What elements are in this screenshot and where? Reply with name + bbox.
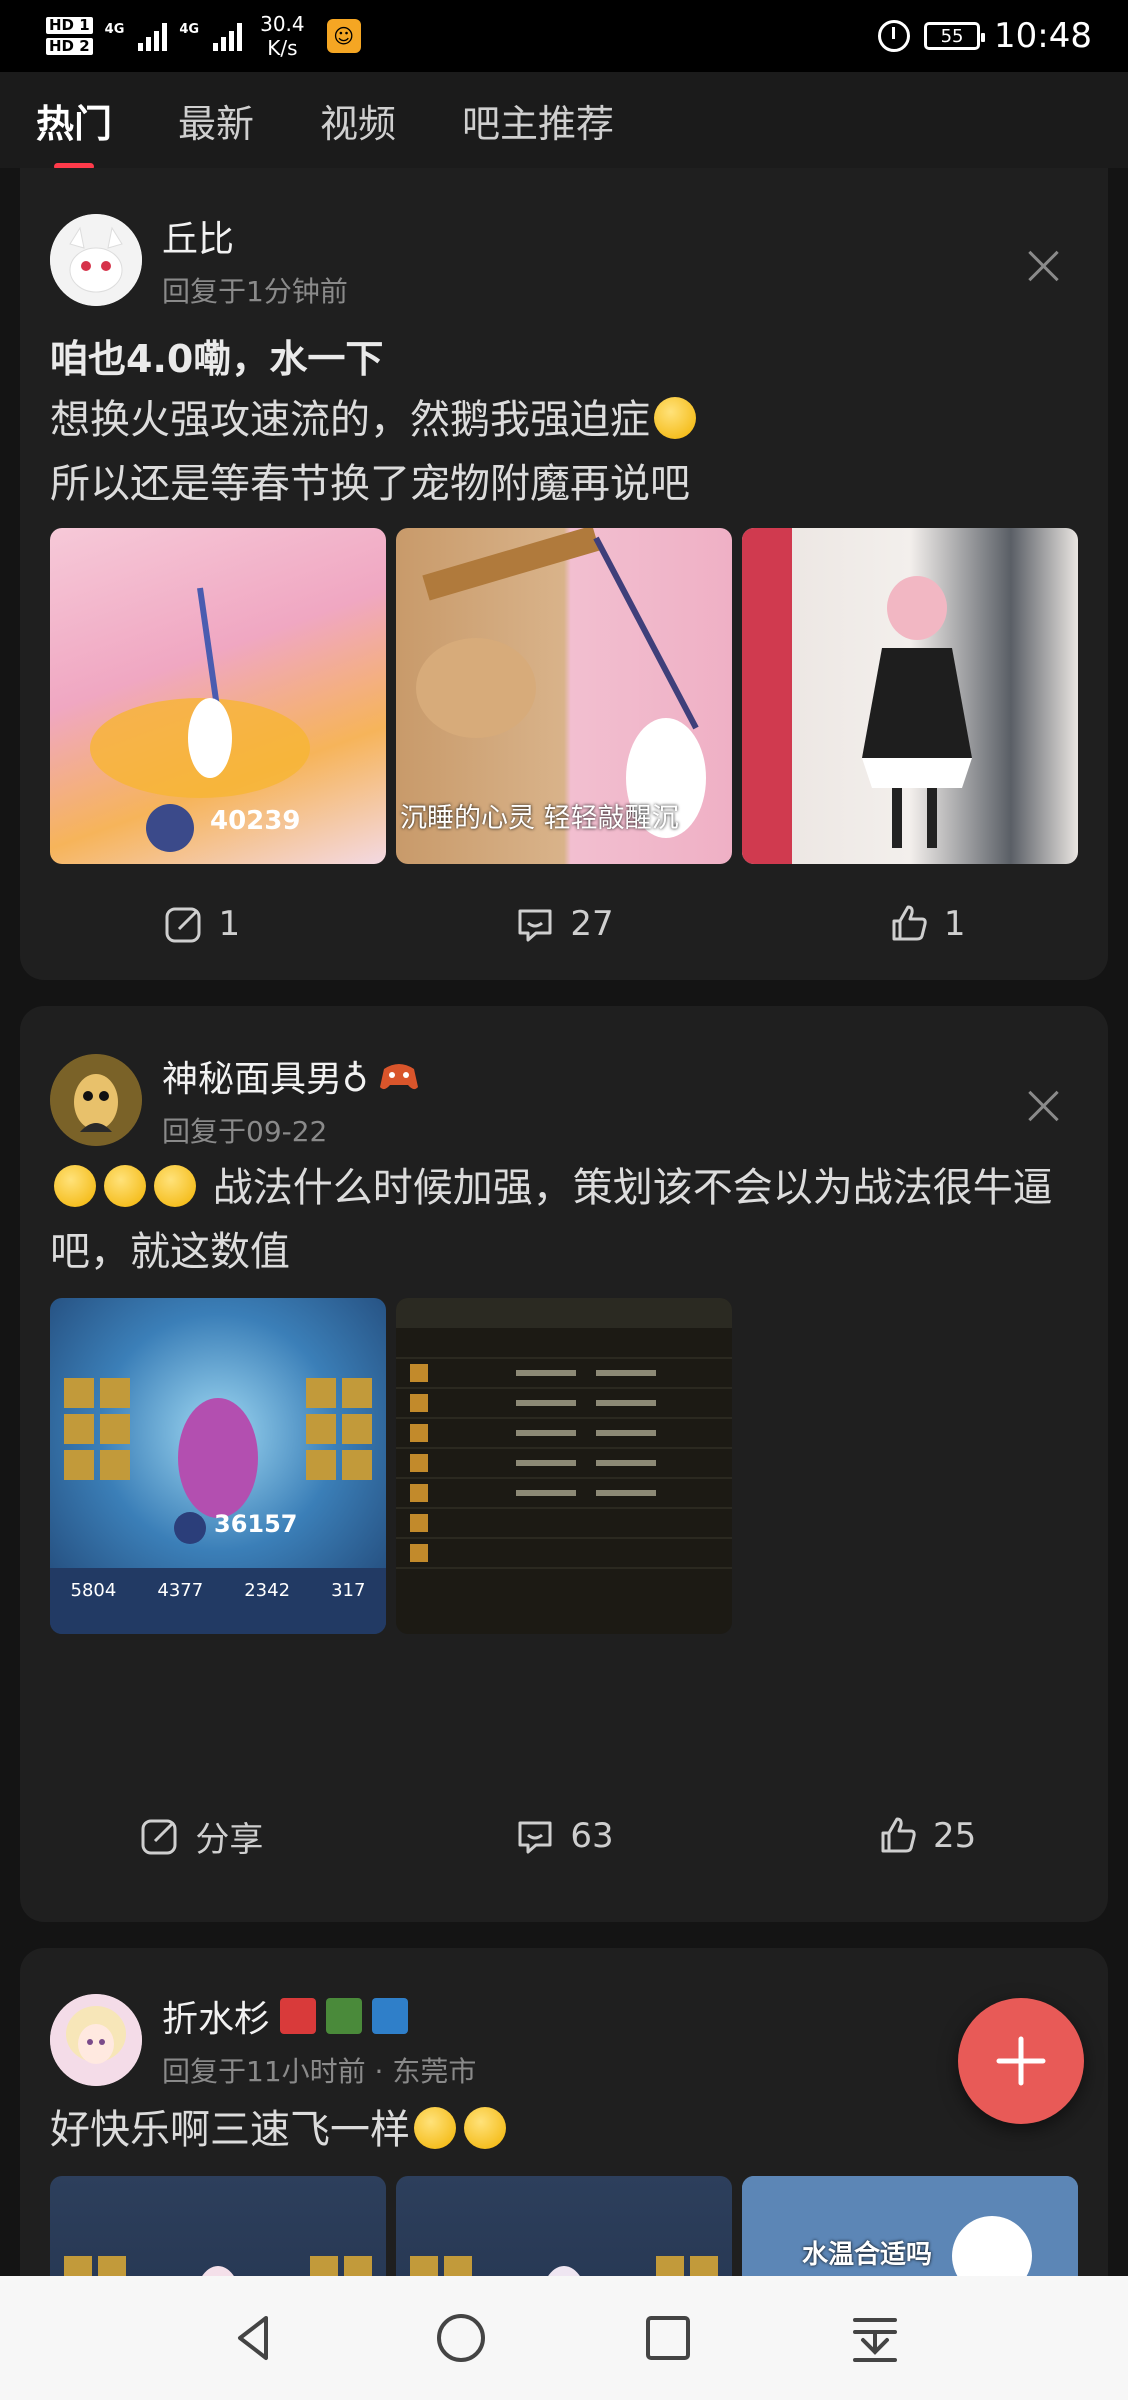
close-icon[interactable] (1024, 1086, 1064, 1126)
post-card[interactable]: 折水杉 回复于11小时前 · 东莞市 好快乐啊三速飞一样 32849 36541 (20, 1948, 1108, 2276)
status-bar: HD 1 HD 2 4G 4G 30.4 K/s ☺ 55 10:48 (0, 0, 1128, 72)
post-image[interactable]: 36541 (396, 2176, 732, 2276)
comment-button[interactable]: 27 (383, 884, 746, 964)
network-type-1: 4G (104, 22, 125, 37)
back-triangle-icon[interactable] (226, 2310, 282, 2366)
recents-square-icon[interactable] (640, 2310, 696, 2366)
avatar[interactable] (50, 1994, 142, 2086)
tab-hot[interactable]: 热门 (36, 93, 112, 148)
like-button[interactable]: 25 (745, 1796, 1108, 1876)
edit-share-icon (165, 907, 201, 943)
post-image[interactable]: 36157 5804 4377 2342 317 (50, 1298, 386, 1634)
image-row: 36157 5804 4377 2342 317 (50, 1298, 732, 1634)
image-caption: 40239 (210, 806, 301, 836)
share-button[interactable]: 分享 (20, 1796, 383, 1876)
post-image[interactable] (742, 528, 1078, 864)
tab-video[interactable]: 视频 (320, 93, 396, 148)
post-text: 好快乐啊三速飞一样 (50, 2098, 1078, 2162)
hd-indicator: HD 1 HD 2 (46, 17, 93, 55)
reply-time: 回复于11小时前 · 东莞市 (162, 2055, 477, 2088)
reply-time: 回复于09-22 (162, 1115, 328, 1148)
image-row: 32849 36541 水温合适吗 (50, 2176, 1078, 2276)
username[interactable]: 神秘面具男♁ (162, 1050, 368, 1102)
create-post-button[interactable] (958, 1998, 1084, 2124)
image-row: 40239 沉睡的心灵 轻轻敲醒沉 (50, 528, 1078, 864)
tab-latest[interactable]: 最新 (178, 93, 254, 148)
emoji-icon (654, 397, 696, 439)
post-card[interactable]: 丘比 回复于1分钟前 咱也4.0嘞，水一下 想换火强攻速流的，然鹅我强迫症 所以… (20, 168, 1108, 980)
tab-moderator-picks[interactable]: 吧主推荐 (462, 93, 614, 148)
character-stats: 5804 4377 2342 317 (70, 1580, 366, 1601)
network-speed: 30.4 K/s (260, 12, 305, 60)
post-title: 咱也4.0嘞，水一下 (50, 337, 384, 381)
network-type-2: 4G (179, 22, 200, 37)
zodiac-badge-icon (326, 1998, 363, 2034)
thumb-up-icon (892, 905, 927, 941)
zodiac-badge-icon (280, 1998, 317, 2034)
notification-pulldown-icon[interactable] (847, 2310, 903, 2366)
post-image[interactable]: 水温合适吗 (742, 2176, 1078, 2276)
share-count: 1 (218, 904, 241, 944)
image-caption: 36157 (214, 1510, 298, 1538)
emoji-icon (464, 2107, 506, 2149)
location: 东莞市 (392, 2055, 477, 2088)
tab-bar: 热门 最新 视频 吧主推荐 (0, 72, 1128, 168)
post-image[interactable]: 32849 (50, 2176, 386, 2276)
signal-icon (213, 21, 243, 51)
app-notification-icon: ☺ (326, 19, 361, 53)
signal-icon (138, 21, 168, 51)
like-button[interactable]: 1 (745, 884, 1108, 964)
avatar[interactable] (50, 214, 142, 306)
avatar[interactable] (50, 1054, 142, 1146)
username[interactable]: 折水杉 (162, 1990, 270, 2042)
close-icon[interactable] (1024, 246, 1064, 286)
post-text: 战法什么时候加强，策划该不会以为战法很牛逼吧，就这数值 (50, 1165, 1053, 1275)
like-count: 1 (943, 904, 966, 944)
emoji-icon (154, 1165, 196, 1207)
zodiac-badge-icon (372, 1998, 409, 2034)
action-bar: 分享 63 25 (20, 1796, 1108, 1876)
clock: 10:48 (994, 16, 1092, 56)
thumb-up-icon (881, 1817, 916, 1853)
comment-bubble-icon (518, 909, 552, 942)
hd1-label: HD 1 (46, 17, 93, 34)
post-card[interactable]: 神秘面具男♁ 回复于09-22 战法什么时候加强，策划该不会以为战法很牛逼吧，就… (20, 1006, 1108, 1922)
emoji-icon (54, 1165, 96, 1207)
post-image[interactable] (396, 1298, 732, 1634)
post-text: 想换火强攻速流的，然鹅我强迫症 所以还是等春节换了宠物附魔再说吧 (50, 388, 1078, 516)
like-count: 25 (933, 1816, 977, 1856)
alarm-icon (878, 20, 911, 52)
share-label: 分享 (195, 1819, 264, 1860)
comment-count: 27 (570, 904, 614, 944)
image-caption: 水温合适吗 (802, 2240, 933, 2270)
comment-count: 63 (570, 1816, 614, 1856)
battery-icon: 55 (924, 22, 986, 50)
comment-bubble-icon (518, 1821, 552, 1854)
action-bar: 1 27 1 (20, 884, 1108, 964)
username[interactable]: 丘比 (162, 210, 234, 262)
post-image[interactable]: 40239 (50, 528, 386, 864)
post-image[interactable]: 沉睡的心灵 轻轻敲醒沉 (396, 528, 732, 864)
game-controller-icon (380, 1064, 419, 1090)
image-caption: 沉睡的心灵 轻轻敲醒沉 (400, 803, 679, 834)
plus-icon (996, 2036, 1046, 2086)
hd2-label: HD 2 (46, 38, 93, 55)
emoji-icon (104, 1165, 146, 1207)
emoji-icon (414, 2107, 456, 2149)
system-navigation-bar (0, 2276, 1128, 2400)
home-circle-icon[interactable] (433, 2310, 489, 2366)
comment-button[interactable]: 63 (383, 1796, 746, 1876)
post-feed[interactable]: 丘比 回复于1分钟前 咱也4.0嘞，水一下 想换火强攻速流的，然鹅我强迫症 所以… (0, 168, 1128, 2276)
edit-share-icon (141, 1819, 177, 1855)
share-button[interactable]: 1 (20, 884, 383, 964)
reply-time: 回复于1分钟前 (162, 275, 348, 308)
